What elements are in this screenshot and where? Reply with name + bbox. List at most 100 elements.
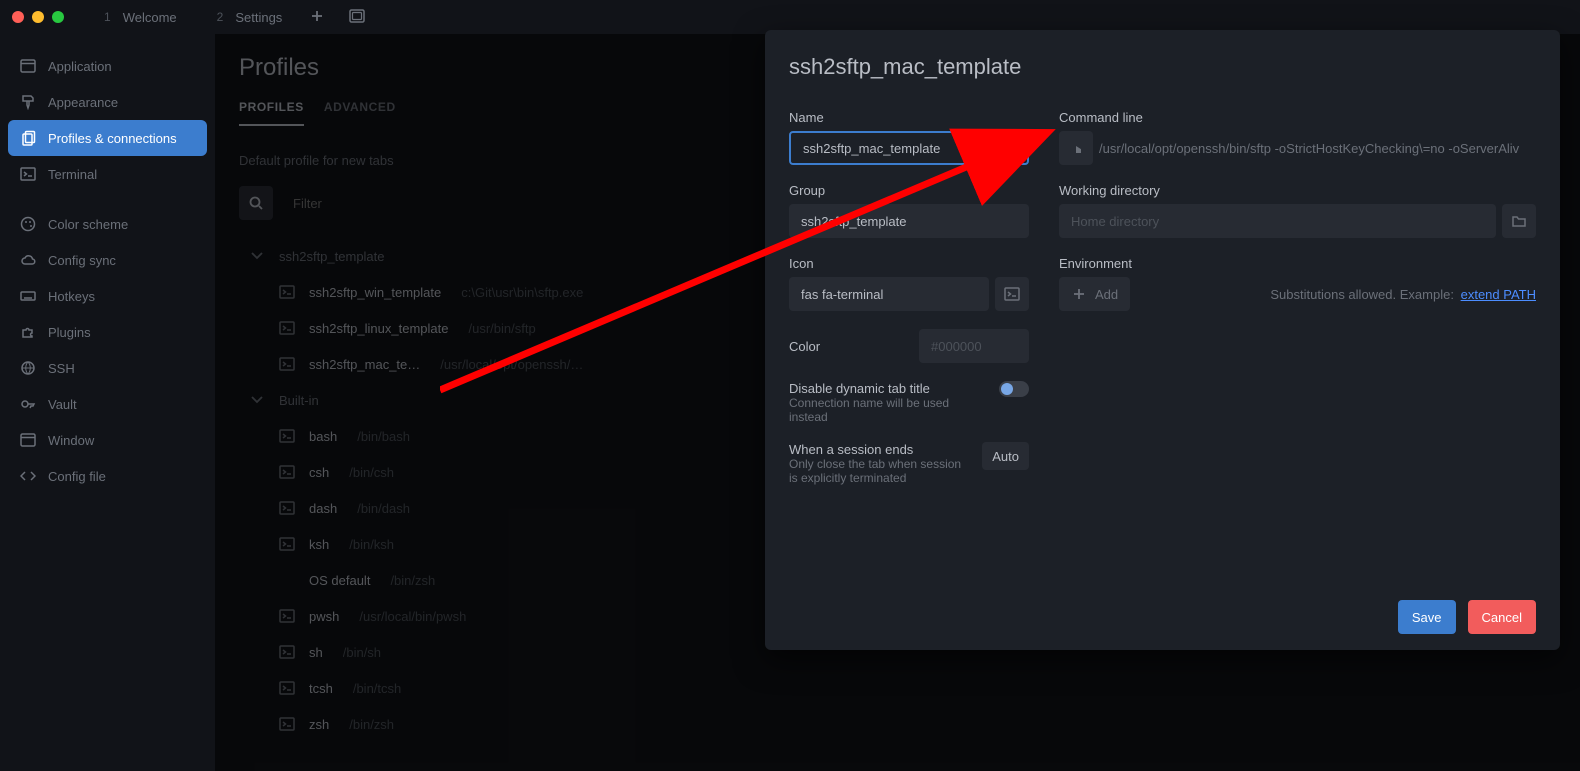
field-environment: Environment Add Substitutions allowed. E… [1059,256,1536,311]
sidebar-item-profiles-connections[interactable]: Profiles & connections [8,120,207,156]
window-icon [20,58,36,74]
sidebar-item-label: Appearance [48,95,118,110]
session-end-hint: Only close the tab when session is expli… [789,457,970,485]
environment-label: Environment [1059,256,1536,271]
modal-title: ssh2sftp_mac_template [789,54,1536,80]
tab-label: Settings [235,10,282,25]
globe-icon [20,360,36,376]
session-end-label: When a session ends [789,442,970,457]
sidebar-item-label: Color scheme [48,217,128,232]
working-dir-input[interactable] [1059,204,1496,238]
profile-row[interactable]: tcsh/bin/tcsh [249,670,1556,706]
paint-icon [20,94,36,110]
sidebar-item-vault[interactable]: Vault [0,386,215,422]
terminal-icon [279,680,295,696]
sidebar-item-label: SSH [48,361,75,376]
sidebar-item-config-sync[interactable]: Config sync [0,242,215,278]
code-icon [20,468,36,484]
profile-command: c:\Git\usr\bin\sftp.exe [461,285,583,300]
extend-path-link[interactable]: extend PATH [1461,287,1536,302]
cloud-icon [20,252,36,268]
terminal-icon [279,644,295,660]
sidebar-item-label: Terminal [48,167,97,182]
profile-command: /usr/local/bin/pwsh [359,609,466,624]
command-line-run-icon[interactable] [1059,131,1093,165]
profile-name: bash [309,429,337,444]
field-icon: Icon [789,256,1029,311]
working-dir-label: Working directory [1059,183,1536,198]
default-profile-label: Default profile for new tabs [239,153,394,168]
profile-command: /bin/dash [357,501,410,516]
profile-command: /bin/ksh [349,537,394,552]
color-input[interactable] [919,329,1029,363]
split-pane-button[interactable] [342,8,372,27]
save-button[interactable]: Save [1398,600,1456,634]
add-tab-button[interactable] [302,8,332,27]
profile-command: /bin/csh [349,465,394,480]
close-window-button[interactable] [12,11,24,23]
sidebar-item-appearance[interactable]: Appearance [0,84,215,120]
profile-name: ssh2sftp_win_template [309,285,441,300]
minimize-window-button[interactable] [32,11,44,23]
sidebar-item-ssh[interactable]: SSH [0,350,215,386]
profile-name: dash [309,501,337,516]
working-dir-browse-button[interactable] [1502,204,1536,238]
app-tab[interactable]: 2 Settings [197,0,303,34]
terminal-icon [20,166,36,182]
chevron-down-icon [249,248,265,264]
group-name: ssh2sftp_template [279,249,385,264]
field-group: Group [789,183,1029,238]
command-line-value[interactable]: /usr/local/opt/openssh/bin/sftp -oStrict… [1099,141,1536,156]
field-dynamic-title: Disable dynamic tab title Connection nam… [789,381,1029,424]
search-icon [239,186,273,220]
terminal-icon [279,536,295,552]
profile-command: /usr/bin/sftp [468,321,535,336]
sidebar-item-label: Application [48,59,112,74]
color-label: Color [789,339,820,354]
sidebar-item-window[interactable]: Window [0,422,215,458]
tab-advanced[interactable]: ADVANCED [324,100,396,126]
field-command-line: Command line /usr/local/opt/openssh/bin/… [1059,110,1536,165]
profile-command: /bin/zsh [390,573,435,588]
terminal-icon [279,284,295,300]
profile-row[interactable]: zsh/bin/zsh [249,706,1556,742]
sidebar-item-label: Hotkeys [48,289,95,304]
app-tab[interactable]: 1Welcome [84,0,197,34]
profile-name: tcsh [309,681,333,696]
session-end-select[interactable]: Auto [982,442,1029,470]
profile-command: /bin/bash [357,429,410,444]
profile-command: /usr/local/opt/openssh/… [440,357,583,372]
sidebar-item-application[interactable]: Application [0,48,215,84]
tab-index: 2 [217,10,224,24]
name-label: Name [789,110,1029,125]
icon-input[interactable] [789,277,989,311]
cancel-button[interactable]: Cancel [1468,600,1536,634]
terminal-icon [279,464,295,480]
sidebar-item-color-scheme[interactable]: Color scheme [0,206,215,242]
sidebar-item-terminal[interactable]: Terminal [0,156,215,192]
modal-footer: Save Cancel [1398,600,1536,634]
terminal-icon [279,500,295,516]
profile-name: ksh [309,537,329,552]
environment-add-label: Add [1095,287,1118,302]
tab-label: Welcome [123,10,177,25]
profile-command: /bin/zsh [349,717,394,732]
environment-add-button[interactable]: Add [1059,277,1130,311]
profile-command: /bin/sh [343,645,381,660]
sidebar-item-config-file[interactable]: Config file [0,458,215,494]
sidebar-item-label: Config sync [48,253,116,268]
profile-name: csh [309,465,329,480]
profile-name: zsh [309,717,329,732]
zoom-window-button[interactable] [52,11,64,23]
terminal-icon [279,716,295,732]
sidebar-item-plugins[interactable]: Plugins [0,314,215,350]
dynamic-title-toggle[interactable] [999,381,1029,397]
field-color: Color [789,329,1029,363]
group-input[interactable] [789,204,1029,238]
sidebar-item-hotkeys[interactable]: Hotkeys [0,278,215,314]
keyboard-icon [20,288,36,304]
tab-profiles[interactable]: PROFILES [239,100,304,126]
profile-editor-modal: ssh2sftp_mac_template Name Group Icon Co… [765,30,1560,650]
name-input[interactable] [789,131,1029,165]
sidebar-item-label: Config file [48,469,106,484]
